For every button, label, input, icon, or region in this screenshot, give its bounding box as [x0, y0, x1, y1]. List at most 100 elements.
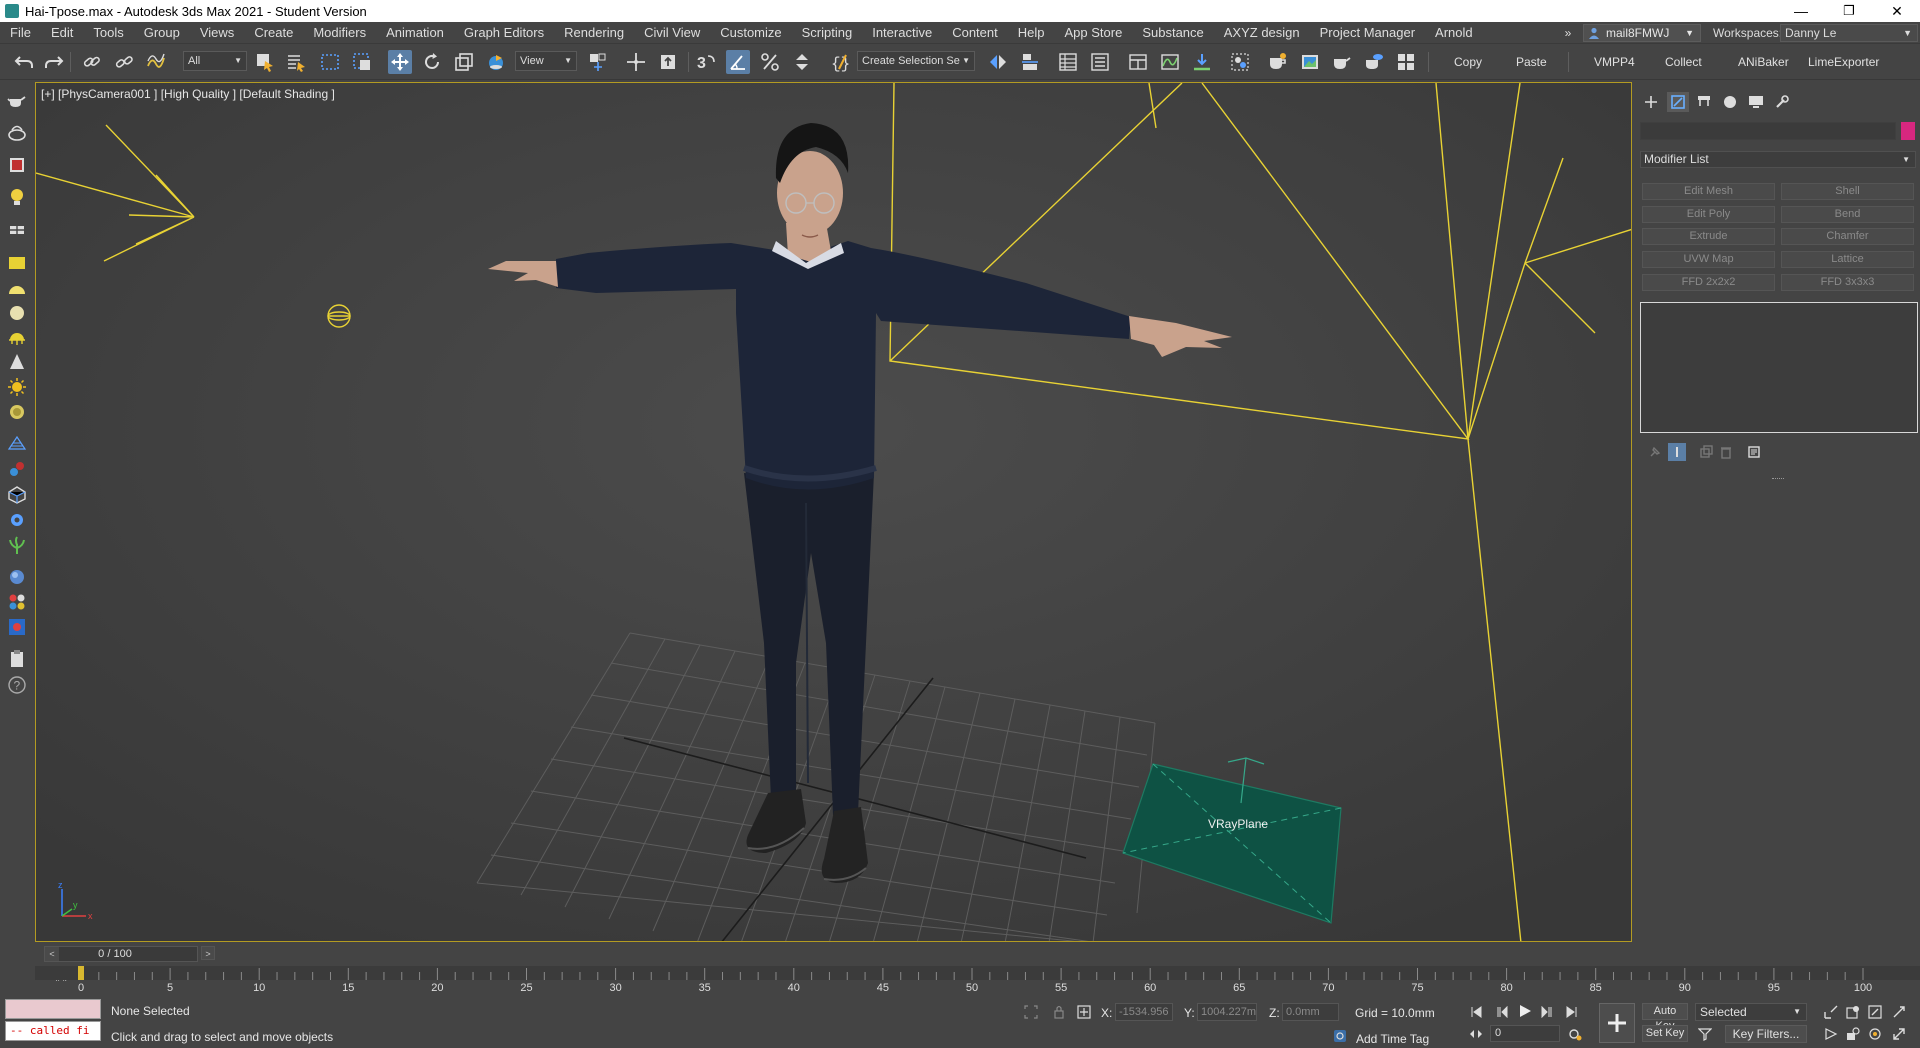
show-end-result-button[interactable]: [1668, 443, 1686, 461]
create-geometry-button[interactable]: [5, 89, 29, 113]
modifier-bend-button[interactable]: Bend: [1781, 206, 1914, 223]
maxscript-listener-input[interactable]: [5, 999, 101, 1019]
modifier-lattice-button[interactable]: Lattice: [1781, 251, 1914, 268]
menu-axyz-design[interactable]: AXYZ design: [1214, 22, 1310, 44]
modifier-chamfer-button[interactable]: Chamfer: [1781, 228, 1914, 245]
create-helper-button[interactable]: [5, 217, 29, 241]
menu-animation[interactable]: Animation: [376, 22, 454, 44]
key-mode-toggle[interactable]: [1467, 1025, 1485, 1043]
orbit-button[interactable]: [1866, 1025, 1884, 1043]
modifier-ffd-2x2x2-button[interactable]: FFD 2x2x2: [1642, 274, 1775, 291]
select-and-move-button[interactable]: [388, 50, 412, 74]
spinner-snap-button[interactable]: [790, 50, 814, 74]
create-window-button[interactable]: [5, 153, 29, 177]
select-by-name-button[interactable]: [284, 50, 308, 74]
key-filters-icon-button[interactable]: [1696, 1025, 1714, 1043]
absolute-relative-toggle[interactable]: [1076, 1004, 1092, 1020]
menu-scripting[interactable]: Scripting: [792, 22, 863, 44]
menu-create[interactable]: Create: [244, 22, 303, 44]
create-fur-button[interactable]: [5, 457, 29, 481]
maximize-viewport-button[interactable]: [1890, 1025, 1908, 1043]
menu-overflow-button[interactable]: »: [1557, 22, 1579, 44]
play-button[interactable]: [1516, 1002, 1534, 1020]
create-sun-button[interactable]: [5, 375, 29, 399]
modifier-edit-poly-button[interactable]: Edit Poly: [1642, 206, 1775, 223]
modifier-edit-mesh-button[interactable]: Edit Mesh: [1642, 183, 1775, 200]
make-unique-button[interactable]: [1697, 443, 1715, 461]
menu-help[interactable]: Help: [1008, 22, 1055, 44]
menu-civil-view[interactable]: Civil View: [634, 22, 710, 44]
y-coordinate-field[interactable]: 1004.227m: [1197, 1003, 1257, 1021]
modifier-ffd-3x3x3-button[interactable]: FFD 3x3x3: [1781, 274, 1914, 291]
menu-graph-editors[interactable]: Graph Editors: [454, 22, 554, 44]
material-editor-button[interactable]: [1228, 50, 1252, 74]
modifier-shell-button[interactable]: Shell: [1781, 183, 1914, 200]
percent-snap-button[interactable]: [758, 50, 782, 74]
layer-explorer-button[interactable]: [1088, 50, 1112, 74]
set-key-button[interactable]: Set Key: [1642, 1025, 1688, 1042]
link-button[interactable]: [80, 50, 104, 74]
create-volume-grid-button[interactable]: [5, 483, 29, 507]
select-and-scale-button[interactable]: [452, 50, 476, 74]
menu-group[interactable]: Group: [134, 22, 190, 44]
tab-motion[interactable]: [1719, 92, 1741, 112]
create-ies-light-button[interactable]: [5, 350, 29, 374]
plugin-vmpp4-button[interactable]: VMPP4: [1594, 55, 1635, 69]
curve-editor-button[interactable]: [1158, 50, 1182, 74]
plugin-limeexporter-button[interactable]: LimeExporter: [1808, 55, 1879, 69]
redo-button[interactable]: [42, 50, 66, 74]
configure-modifier-sets-button[interactable]: [1745, 443, 1763, 461]
create-mesh-light-button[interactable]: [5, 400, 29, 424]
render-in-cloud-button[interactable]: [1362, 50, 1386, 74]
create-dome-light-button[interactable]: [5, 326, 29, 350]
zoom-extents-button[interactable]: [1822, 1003, 1840, 1021]
plugin-collect-button[interactable]: Collect: [1665, 55, 1702, 69]
go-to-start-button[interactable]: [1467, 1003, 1485, 1021]
plugin-anibaker-button[interactable]: ANiBaker: [1738, 55, 1789, 69]
align-button[interactable]: [1018, 50, 1042, 74]
create-hemisphere-button[interactable]: [5, 277, 29, 301]
perspective-viewport[interactable]: VRayPlane z x y [+] [PhysCamera001] [Hi…: [35, 82, 1632, 942]
select-object-button[interactable]: [253, 50, 277, 74]
select-manipulate-button[interactable]: [624, 50, 648, 74]
modifier-list-dropdown[interactable]: Modifier List ▼: [1640, 151, 1916, 168]
minimize-window-button[interactable]: —: [1778, 0, 1824, 22]
named-selection-sets-dropdown[interactable]: Create Selection Se ▼: [857, 51, 975, 71]
create-decal-button[interactable]: [5, 508, 29, 532]
time-slider[interactable]: < 0 / 100 >: [44, 946, 215, 962]
edit-named-selection-button[interactable]: {}: [828, 50, 852, 74]
copy-button[interactable]: Copy: [1454, 55, 1482, 69]
zoom-button[interactable]: [1822, 1025, 1840, 1043]
menu-modifiers[interactable]: Modifiers: [303, 22, 376, 44]
create-foliage-button[interactable]: [5, 534, 29, 558]
menu-arnold[interactable]: Arnold: [1425, 22, 1483, 44]
window-crossing-button[interactable]: [350, 50, 374, 74]
create-proxy-button[interactable]: [5, 431, 29, 455]
menu-substance[interactable]: Substance: [1132, 22, 1213, 44]
menu-edit[interactable]: Edit: [41, 22, 83, 44]
tab-modify[interactable]: [1667, 92, 1689, 112]
time-slider-next-button[interactable]: >: [201, 946, 215, 960]
track-bar[interactable]: ı/\. 05101520253035404550556065707580859…: [35, 966, 1920, 996]
help-button[interactable]: ?: [5, 673, 29, 697]
keyboard-shortcut-override-button[interactable]: [656, 50, 680, 74]
menu-rendering[interactable]: Rendering: [554, 22, 634, 44]
select-and-place-button[interactable]: [484, 50, 508, 74]
create-sphere-light-button[interactable]: [5, 301, 29, 325]
render-production-button[interactable]: [1330, 50, 1354, 74]
create-plane-button[interactable]: [5, 251, 29, 275]
selection-lock-button[interactable]: [1051, 1004, 1067, 1020]
panel-resize-grip[interactable]: [1772, 478, 1784, 480]
paste-button[interactable]: Paste: [1516, 55, 1547, 69]
tab-hierarchy[interactable]: [1693, 92, 1715, 112]
object-name-field[interactable]: [1640, 122, 1896, 140]
x-coordinate-field[interactable]: -1534.956: [1115, 1003, 1173, 1021]
render-setup-button[interactable]: [1266, 50, 1290, 74]
scene-explorer-button[interactable]: [1056, 50, 1080, 74]
tab-create[interactable]: [1640, 92, 1662, 112]
viewport-label-menu[interactable]: [+] [PhysCamera001 ] [High Quality ] [De…: [41, 87, 335, 101]
tab-display[interactable]: [1745, 92, 1767, 112]
zoom-extents-selected-button[interactable]: [1844, 1003, 1862, 1021]
select-and-rotate-button[interactable]: [420, 50, 444, 74]
add-time-tag-button[interactable]: Add Time Tag: [1356, 1032, 1429, 1046]
